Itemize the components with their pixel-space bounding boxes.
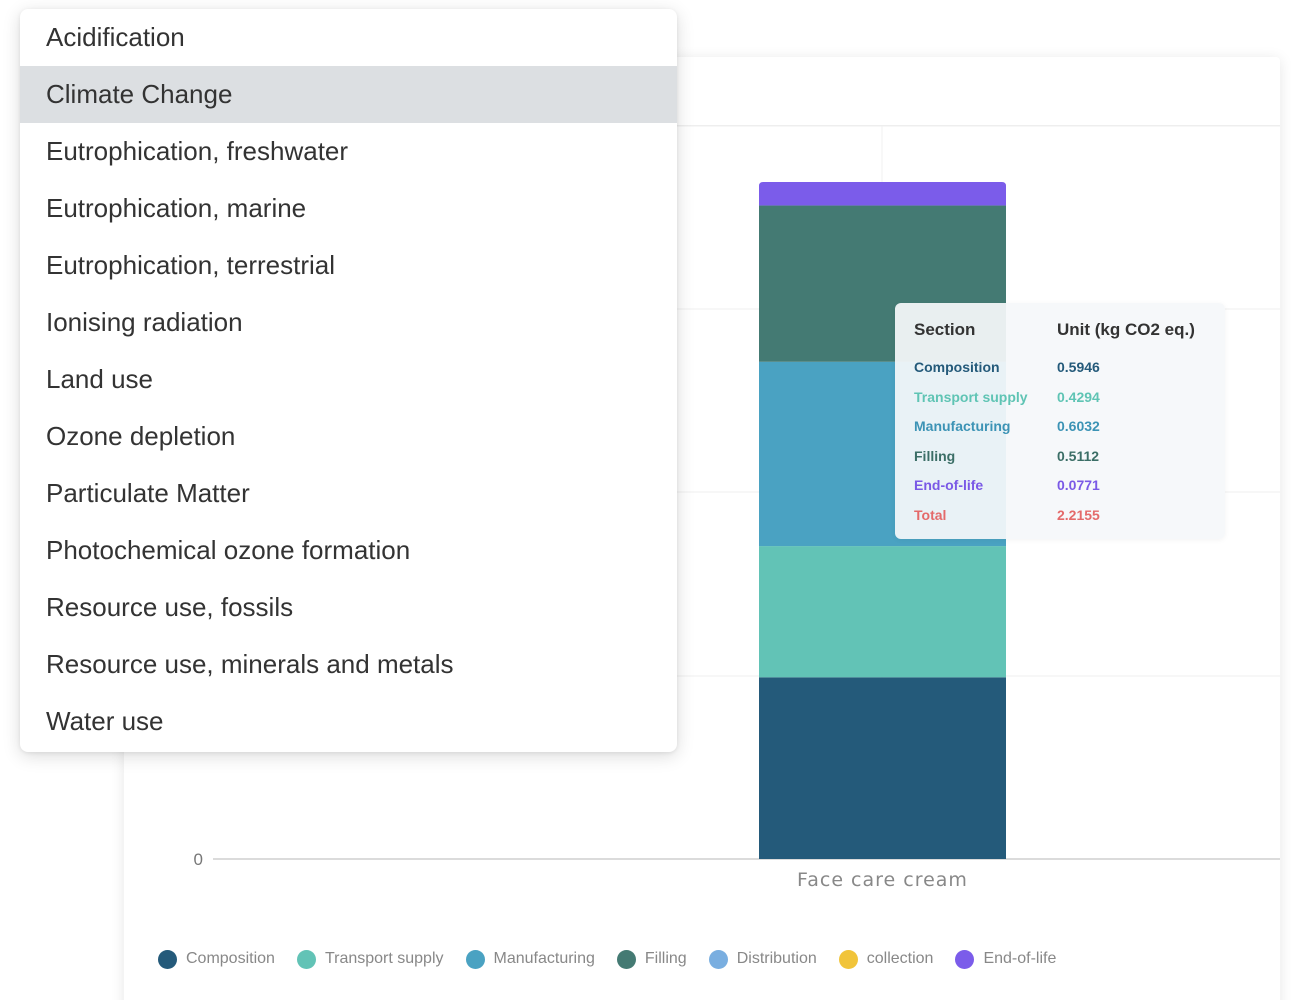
legend-color-dot: [616, 949, 636, 969]
tooltip-section-value: 0.0771: [1057, 477, 1100, 494]
bar-segment-end-of-life[interactable]: [759, 182, 1006, 206]
legend-item[interactable]: End-of-life: [955, 949, 1057, 969]
legend-label: Manufacturing: [493, 950, 595, 967]
legend-color-dot: [955, 949, 975, 969]
legend-item[interactable]: collection: [838, 949, 934, 969]
dropdown-option[interactable]: Ionising radiation: [20, 294, 677, 351]
tooltip-section-name: Total: [914, 507, 947, 523]
legend-label: Transport supply: [324, 950, 444, 967]
dropdown-option[interactable]: Eutrophication, terrestrial: [20, 237, 677, 294]
legend-item[interactable]: Composition: [158, 949, 275, 969]
y-tick-label: 0: [194, 850, 203, 869]
legend-item[interactable]: Manufacturing: [465, 949, 595, 969]
legend-color-dot: [838, 949, 858, 969]
legend-label: Filling: [644, 950, 687, 967]
tooltip-section-header: Section: [914, 320, 976, 339]
tooltip-section-name: Manufacturing: [914, 418, 1011, 435]
bar-segment-composition[interactable]: [759, 677, 1006, 859]
dropdown-option[interactable]: Particulate Matter: [20, 465, 677, 522]
dropdown-option[interactable]: Resource use, minerals and metals: [20, 636, 677, 693]
dropdown-option[interactable]: Ozone depletion: [20, 408, 677, 465]
legend-label: End-of-life: [983, 950, 1057, 967]
legend-item[interactable]: Distribution: [708, 949, 817, 969]
legend-item[interactable]: Transport supply: [296, 949, 444, 969]
legend-item[interactable]: Filling: [616, 949, 687, 969]
bar-segment-transport-supply[interactable]: [759, 546, 1006, 678]
legend-color-dot: [158, 949, 177, 969]
tooltip-section-name: Transport supply: [914, 388, 1028, 405]
tooltip-section-name: End-of-life: [914, 477, 984, 494]
legend-color-dot: [708, 949, 728, 969]
legend-color-dot: [296, 949, 316, 969]
chart-tooltip: Section Unit (kg CO2 eq.) Composition 0.5…: [895, 303, 1225, 539]
dropdown-option[interactable]: Eutrophication, freshwater: [20, 123, 677, 180]
dropdown-option[interactable]: Resource use, fossils: [20, 579, 677, 636]
legend-label: Composition: [186, 950, 275, 967]
dropdown-option[interactable]: Land use: [20, 351, 677, 408]
tooltip-section-name: Composition: [914, 359, 1000, 375]
dropdown-option[interactable]: Eutrophication, marine: [20, 180, 677, 237]
dropdown-option[interactable]: Acidification: [20, 9, 677, 66]
tooltip-section-value: 0.6032: [1057, 418, 1100, 435]
tooltip-section-value: 0.5112: [1057, 447, 1100, 464]
tooltip-section-value: 0.4294: [1057, 388, 1100, 405]
tooltip-section-value: 0.5946: [1057, 359, 1100, 375]
legend-color-dot: [465, 949, 485, 969]
dropdown-option[interactable]: Photochemical ozone formation: [20, 522, 677, 579]
dropdown-option[interactable]: Water use: [20, 693, 677, 750]
legend-label: Distribution: [736, 950, 817, 967]
impact-category-dropdown[interactable]: Acidification Climate Change Eutrophicatio…: [20, 9, 677, 752]
screenshot-stage: 0 Face care cream Section Unit (kg CO2 eq…: [0, 0, 1291, 1000]
dropdown-option[interactable]: Climate Change: [20, 66, 677, 123]
chart-legend: Composition Transport supply Manufacturing…: [158, 946, 1078, 972]
x-category-label: Face care cream: [797, 869, 968, 891]
tooltip-section-name: Filling: [914, 447, 956, 464]
tooltip-section-value: 2.2155: [1057, 507, 1100, 523]
legend-label: collection: [866, 950, 934, 967]
tooltip-unit-header: Unit (kg CO2 eq.): [1057, 320, 1195, 339]
